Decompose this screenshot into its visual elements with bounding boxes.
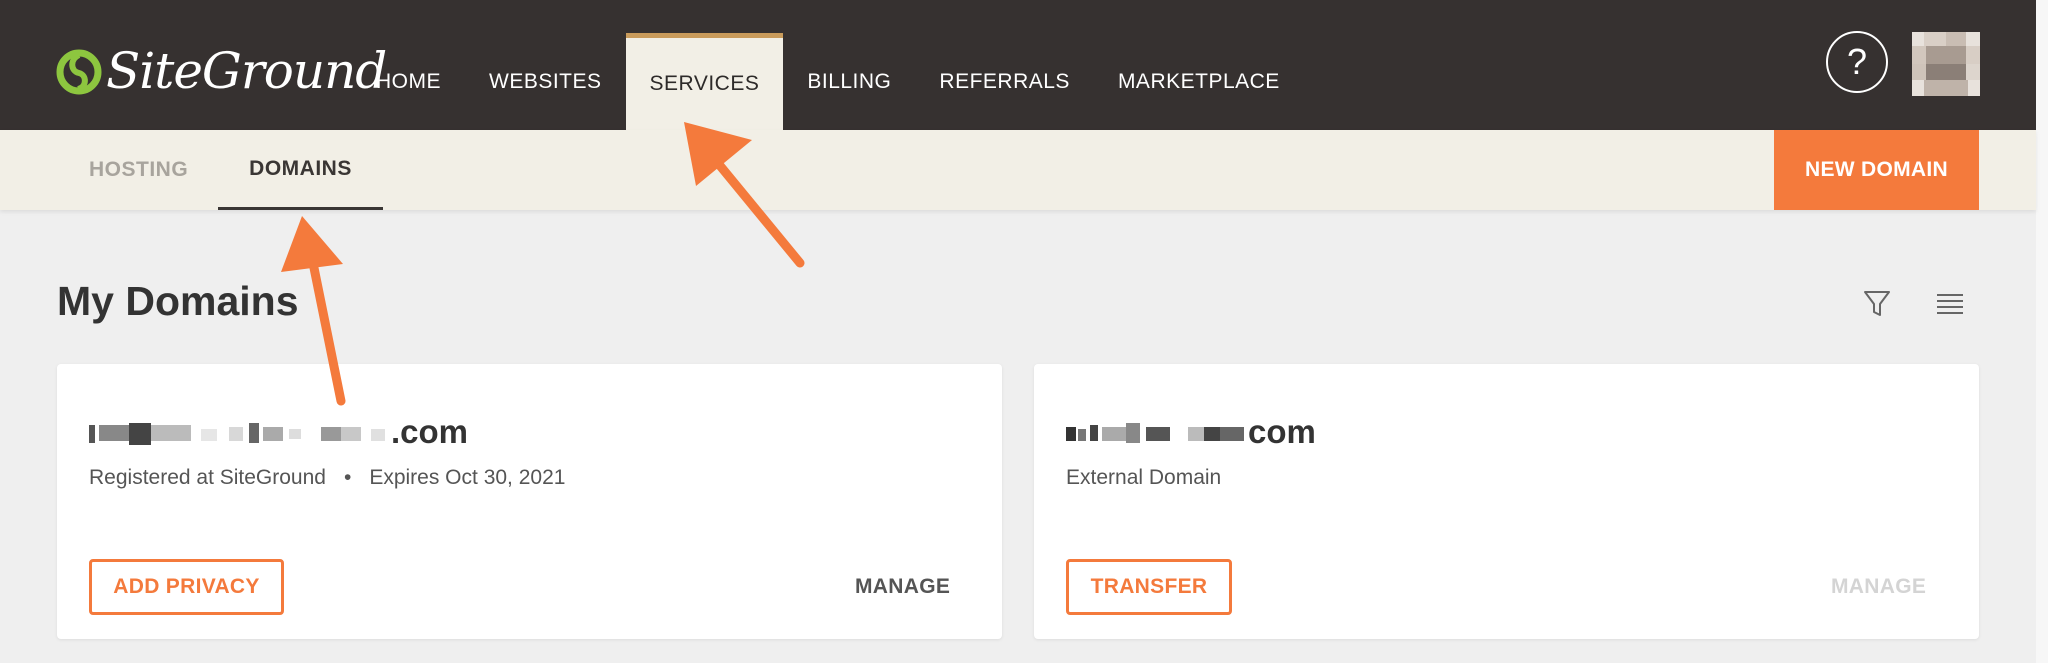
list-view-icon[interactable] bbox=[1933, 286, 1967, 320]
nav-websites[interactable]: WEBSITES bbox=[465, 33, 626, 130]
domain-meta: External Domain bbox=[1066, 466, 1221, 490]
registrar-text: Registered at SiteGround bbox=[89, 466, 326, 489]
redacted-domain-text bbox=[1066, 419, 1246, 445]
tab-domains[interactable]: DOMAINS bbox=[218, 130, 383, 210]
nav-billing[interactable]: BILLING bbox=[783, 33, 915, 130]
meta-separator: • bbox=[343, 466, 352, 489]
domain-card: com External Domain TRANSFER MANAGE bbox=[1034, 364, 1979, 639]
nav-services[interactable]: SERVICES bbox=[625, 33, 784, 130]
nav-home[interactable]: HOME bbox=[352, 33, 465, 130]
sub-navigation: HOSTING DOMAINS NEW DOMAIN bbox=[0, 130, 2036, 210]
siteground-logo[interactable]: SiteGround bbox=[56, 36, 387, 106]
filter-icon[interactable] bbox=[1860, 286, 1894, 320]
expiry-text: Expires Oct 30, 2021 bbox=[369, 466, 566, 489]
main-navigation: HOME WEBSITES SERVICES BILLING REFERRALS… bbox=[352, 33, 1304, 130]
question-circle-icon: ? bbox=[1846, 41, 1868, 82]
help-button[interactable]: ? bbox=[1826, 31, 1888, 93]
new-domain-button[interactable]: NEW DOMAIN bbox=[1774, 130, 1979, 210]
page-title: My Domains bbox=[57, 278, 299, 324]
domain-tld: com bbox=[1248, 413, 1316, 450]
nav-marketplace[interactable]: MARKETPLACE bbox=[1094, 33, 1304, 130]
logo-wordmark: SiteGround bbox=[106, 42, 387, 100]
nav-referrals[interactable]: REFERRALS bbox=[915, 33, 1094, 130]
registrar-text: External Domain bbox=[1066, 466, 1222, 489]
domain-name: .com bbox=[89, 412, 468, 452]
tab-hosting[interactable]: HOSTING bbox=[89, 130, 188, 210]
add-privacy-button[interactable]: ADD PRIVACY bbox=[89, 559, 284, 615]
domain-tld: .com bbox=[391, 413, 469, 450]
top-header: SiteGround HOME WEBSITES SERVICES BILLIN… bbox=[0, 0, 2036, 130]
transfer-button[interactable]: TRANSFER bbox=[1066, 559, 1232, 615]
domain-card: .com Registered at SiteGround • Expires … bbox=[57, 364, 1002, 639]
manage-button-disabled[interactable]: MANAGE bbox=[1831, 559, 1926, 615]
domain-name: com bbox=[1066, 412, 1316, 452]
domain-meta: Registered at SiteGround • Expires Oct 3… bbox=[89, 466, 565, 490]
manage-button[interactable]: MANAGE bbox=[855, 559, 950, 615]
redacted-domain-text bbox=[89, 419, 389, 445]
window-edge bbox=[2036, 0, 2048, 663]
siteground-logo-icon bbox=[56, 49, 102, 95]
user-avatar[interactable] bbox=[1912, 32, 1980, 96]
